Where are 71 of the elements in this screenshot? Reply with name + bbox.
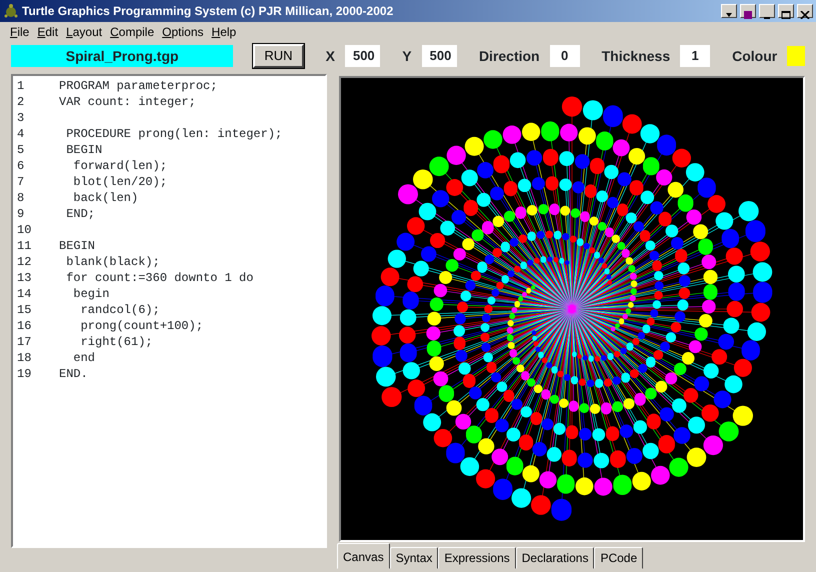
turtle-icon (3, 3, 19, 19)
value-field[interactable]: 500 (422, 45, 457, 67)
code-line: BEGIN (65, 142, 102, 158)
line-number: 15 (17, 302, 32, 318)
line-number: 8 (17, 190, 26, 206)
tab[interactable]: Expressions (438, 547, 516, 569)
line-number: 14 (17, 286, 32, 302)
code-line: end (72, 350, 96, 366)
line-number: 2 (17, 94, 26, 110)
line-number: 12 (17, 254, 32, 270)
line-number: 13 (17, 270, 32, 286)
value-field[interactable]: 500 (344, 45, 380, 67)
close-button[interactable] (797, 4, 813, 18)
field-label: Colour (732, 46, 778, 66)
window-title: Turtle Graphics Programming System (c) PJR Millican, 2000-2002 (22, 3, 394, 20)
code-line: PROGRAM parameterproc; (59, 78, 218, 94)
line-number: 3 (17, 110, 26, 126)
line-number: 11 (17, 238, 32, 254)
menu-item[interactable]: Compile (106, 23, 158, 41)
line-number: 6 (17, 158, 26, 174)
code-line: END. (59, 366, 88, 382)
code-line: VAR count: integer; (59, 94, 196, 110)
filename-field: Spiral_Prong.tgp (11, 45, 234, 67)
code-line: back(len) (72, 190, 138, 206)
field-label: Thickness (602, 46, 670, 66)
code-line: blank(black); (65, 254, 160, 270)
caret-icon (724, 10, 734, 19)
minimize-icon (764, 16, 770, 19)
line-number: 5 (17, 142, 26, 158)
code-line: PROCEDURE prong(len: integer); (65, 126, 282, 142)
tab[interactable]: Canvas (337, 543, 390, 569)
code-line: begin (72, 286, 110, 302)
field-label: Direction (478, 46, 540, 66)
square-icon (743, 10, 753, 19)
line-number: 9 (17, 206, 26, 222)
line-number: 10 (17, 222, 32, 238)
code-line: randcol(6); (80, 302, 160, 318)
minimize-button[interactable] (759, 4, 775, 18)
code-editor[interactable] (11, 74, 327, 548)
code-line: prong(count+100); (80, 318, 204, 334)
menu-item[interactable]: Options (158, 23, 208, 41)
field-label: X (326, 46, 335, 66)
line-number: 17 (17, 334, 32, 350)
menu-item[interactable]: File (6, 23, 34, 41)
maximize-icon (781, 10, 791, 19)
tile-button[interactable] (740, 4, 756, 18)
line-number: 16 (17, 318, 32, 334)
line-number: 7 (17, 174, 26, 190)
tab[interactable]: PCode (594, 547, 644, 569)
line-number: 18 (17, 350, 32, 366)
menu-item[interactable]: Edit (33, 23, 62, 41)
code-line: END; (65, 206, 96, 222)
run-button[interactable]: RUN (253, 44, 304, 68)
maximize-button[interactable] (778, 4, 794, 18)
tab[interactable]: Syntax (390, 547, 438, 569)
value-field[interactable]: 1 (680, 45, 710, 67)
line-number: 1 (17, 78, 26, 94)
caret-button[interactable] (721, 4, 737, 18)
code-line: BEGIN (59, 238, 96, 254)
line-number: 19 (17, 366, 32, 382)
code-line: blot(len/20); (72, 174, 168, 190)
field-label: Y (402, 46, 412, 66)
menu-item[interactable]: Help (208, 23, 240, 41)
line-number: 4 (17, 126, 26, 142)
code-line: forward(len); (72, 158, 168, 174)
menu-item[interactable]: Layout (62, 23, 106, 41)
code-line: for count:=360 downto 1 do (65, 270, 254, 286)
code-line: right(61); (80, 334, 153, 350)
value-field[interactable]: 0 (550, 45, 580, 67)
tab[interactable]: Declarations (516, 547, 594, 569)
close-icon (800, 10, 810, 19)
